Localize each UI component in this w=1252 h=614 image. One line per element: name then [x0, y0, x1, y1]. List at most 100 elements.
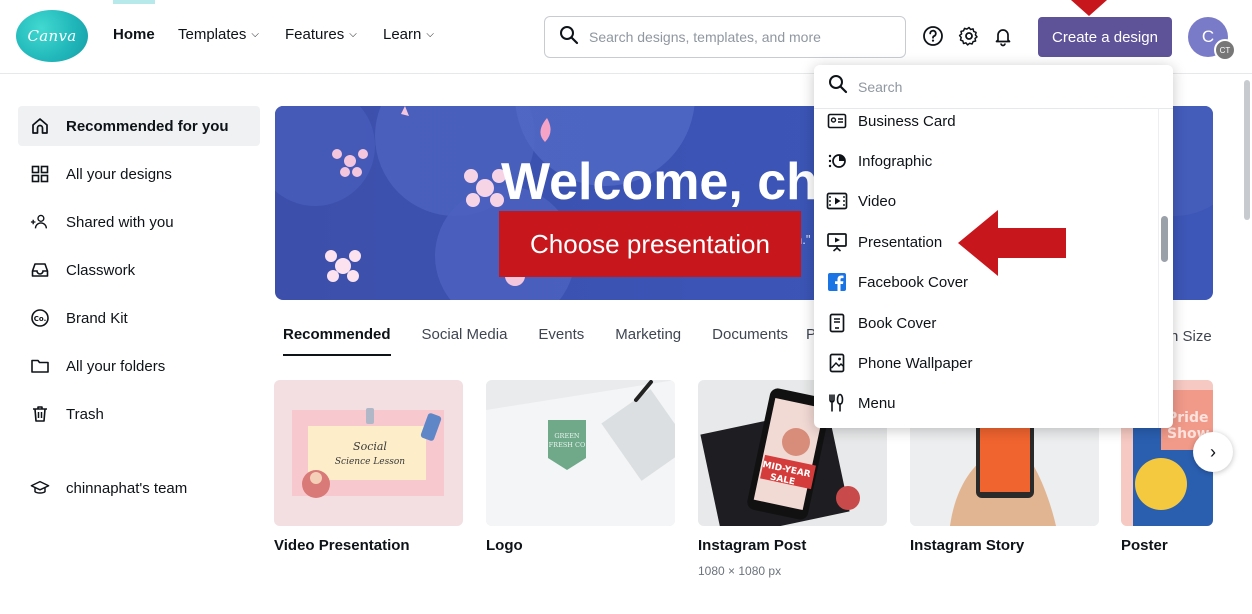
annotation-callout: Choose presentation: [499, 211, 801, 277]
category-tabs: Recommended Social Media Events Marketin…: [283, 326, 788, 356]
dropdown-item-label: Infographic: [858, 152, 933, 170]
menu-utensils-icon: [826, 392, 848, 414]
tab-marketing[interactable]: Marketing: [615, 326, 681, 356]
dropdown-scrollbar-thumb[interactable]: [1161, 216, 1168, 262]
search-icon: [559, 25, 579, 50]
video-presentation-thumbnail: Social Science Lesson: [274, 380, 463, 526]
sidebar-item-recommended[interactable]: Recommended for you: [18, 106, 260, 146]
brand-kit-icon: Co.: [30, 308, 50, 328]
book-icon: [826, 312, 848, 334]
welcome-title: Welcome, chir: [501, 153, 853, 211]
sidebar-item-label: Classwork: [66, 261, 136, 279]
logo-text: Canva: [27, 27, 77, 45]
bell-icon[interactable]: [992, 25, 1014, 47]
nav-templates-label: Templates: [178, 26, 247, 43]
sidebar-item-folders[interactable]: All your folders: [18, 346, 260, 386]
create-design-button[interactable]: Create a design: [1038, 17, 1172, 57]
dropdown-item-infographic[interactable]: Infographic: [814, 141, 1154, 181]
tab-documents[interactable]: Documents: [712, 326, 788, 356]
tab-custom-size[interactable]: n Size: [1170, 328, 1212, 345]
annotation-callout-text: Choose presentation: [530, 228, 770, 259]
sidebar-item-label: All your folders: [66, 357, 166, 375]
annotation-arrow-left-icon: [958, 210, 1066, 276]
chevron-down-icon: ⌵: [251, 29, 259, 40]
create-design-label: Create a design: [1052, 28, 1158, 46]
dropdown-item-label: Business Card: [858, 112, 956, 130]
sidebar-item-label: Shared with you: [66, 213, 174, 231]
card-label: Instagram Post: [698, 537, 807, 554]
svg-text:Co.: Co.: [34, 315, 47, 323]
avatar-badge-text: CT: [1219, 45, 1231, 55]
svg-text:Social: Social: [353, 440, 387, 453]
business-card-icon: [826, 110, 848, 132]
sidebar-item-brand-kit[interactable]: Co. Brand Kit: [18, 298, 260, 338]
nav-home-label: Home: [113, 26, 155, 43]
tab-social-media[interactable]: Social Media: [422, 326, 508, 356]
sidebar-item-label: chinnaphat's team: [66, 479, 188, 497]
gear-icon[interactable]: [958, 25, 980, 47]
infographic-icon: [826, 150, 848, 172]
tab-events[interactable]: Events: [538, 326, 584, 356]
dropdown-scroll-track: [1158, 109, 1159, 428]
tab-recommended[interactable]: Recommended: [283, 326, 391, 356]
folder-icon: [30, 356, 50, 376]
carousel-next-button[interactable]: ›: [1193, 432, 1233, 472]
dropdown-item-label: Book Cover: [858, 314, 937, 332]
sidebar-item-label: All your designs: [66, 165, 172, 183]
sidebar: Recommended for you All your designs Sha…: [18, 106, 260, 516]
dropdown-search-bar[interactable]: [814, 65, 1173, 109]
trash-icon: [30, 404, 50, 424]
nav-home[interactable]: Home: [113, 0, 155, 43]
sidebar-item-label: Brand Kit: [66, 309, 128, 327]
avatar[interactable]: C CT: [1188, 17, 1236, 61]
team-avatar-badge: CT: [1214, 39, 1236, 61]
sidebar-item-trash[interactable]: Trash: [18, 394, 260, 434]
sidebar-item-shared[interactable]: Shared with you: [18, 202, 260, 242]
chevron-down-icon: ⌵: [426, 29, 434, 40]
global-search-bar[interactable]: [544, 16, 906, 58]
presentation-icon: [826, 231, 848, 253]
sidebar-item-classwork[interactable]: Classwork: [18, 250, 260, 290]
template-card-logo[interactable]: GREEN FRESH CO: [486, 380, 675, 526]
nav-features-label: Features: [285, 26, 345, 43]
dropdown-item-label: Presentation: [858, 233, 943, 251]
card-label: Logo: [486, 537, 523, 554]
card-dimensions: 1080 × 1080 px: [698, 564, 782, 578]
help-icon[interactable]: [922, 25, 944, 47]
nav-learn[interactable]: Learn ⌵: [383, 26, 434, 43]
card-label: Instagram Story: [910, 537, 1025, 554]
annotation-arrow-down-icon: [1071, 0, 1107, 16]
nav-learn-label: Learn: [383, 26, 422, 43]
dropdown-item-label: Video: [858, 192, 897, 210]
sidebar-item-label: Trash: [66, 405, 104, 423]
search-icon: [828, 74, 848, 99]
canva-logo[interactable]: Canva: [16, 10, 88, 62]
nav-features[interactable]: Features ⌵: [285, 26, 357, 43]
nav-templates[interactable]: Templates ⌵: [178, 26, 259, 43]
sidebar-item-team[interactable]: chinnaphat's team: [18, 468, 260, 508]
dropdown-item-label: Facebook Cover: [858, 273, 969, 291]
sidebar-item-all-designs[interactable]: All your designs: [18, 154, 260, 194]
home-icon: [30, 116, 50, 136]
global-search-input[interactable]: [589, 29, 889, 45]
dropdown-item-phone-wallpaper[interactable]: Phone Wallpaper: [814, 343, 1154, 383]
graduation-cap-icon: [30, 478, 50, 498]
card-label: Video Presentation: [274, 537, 410, 554]
video-icon: [826, 190, 848, 212]
avatar-initial: C: [1201, 27, 1215, 46]
template-card-video-presentation[interactable]: Social Science Lesson: [274, 380, 463, 526]
grid-icon: [30, 164, 50, 184]
dropdown-item-label: Phone Wallpaper: [858, 354, 973, 372]
phone-wallpaper-icon: [826, 352, 848, 374]
svg-text:Pride: Pride: [1167, 410, 1208, 426]
dropdown-search-input[interactable]: [858, 78, 1138, 95]
chevron-right-icon: ›: [1210, 441, 1216, 462]
dropdown-item-menu[interactable]: Menu: [814, 383, 1154, 423]
facebook-icon: [826, 271, 848, 293]
people-icon: [30, 212, 50, 232]
page-scrollbar-thumb[interactable]: [1244, 80, 1250, 220]
dropdown-item-label: Menu: [858, 394, 896, 412]
sidebar-item-label: Recommended for you: [66, 117, 229, 135]
dropdown-item-book-cover[interactable]: Book Cover: [814, 303, 1154, 343]
top-header: Canva Home Templates ⌵ Features ⌵ Learn …: [0, 0, 1252, 74]
